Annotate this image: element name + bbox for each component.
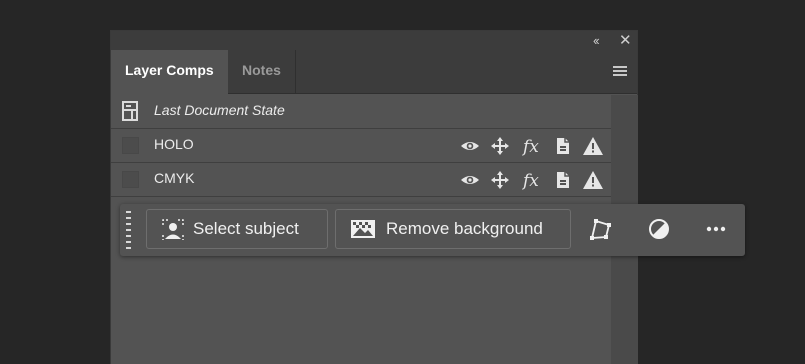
contextual-task-bar: Select subject Remove background — [120, 204, 745, 256]
transform-icon[interactable] — [588, 216, 614, 242]
layer-style-fx-icon[interactable]: fx — [522, 169, 544, 191]
list-item-last-document-state[interactable]: Last Document State — [111, 95, 611, 129]
collapse-panel-icon[interactable]: ‹‹ — [593, 32, 600, 49]
panel-tab-bar: Layer Comps Notes — [111, 50, 637, 95]
layer-comps-list: Last Document State HOLO fx CMYK fx — [111, 95, 611, 197]
remove-background-button[interactable]: Remove background — [335, 209, 571, 249]
close-panel-icon[interactable]: ✕ — [619, 32, 632, 49]
apply-comp-checkbox[interactable] — [122, 171, 139, 188]
document-state-icon — [122, 101, 138, 121]
warning-icon[interactable] — [582, 169, 604, 191]
list-item-holo[interactable]: HOLO fx — [111, 129, 611, 163]
layer-comp-label: HOLO — [154, 136, 194, 152]
apply-comp-checkbox[interactable] — [122, 137, 139, 154]
remove-background-label: Remove background — [386, 219, 543, 238]
more-options-icon[interactable] — [703, 216, 729, 242]
panel-menu-icon[interactable] — [613, 66, 629, 78]
position-move-icon[interactable] — [489, 169, 511, 191]
appearance-document-icon[interactable] — [552, 169, 574, 191]
panel-title-bar: ‹‹ ✕ — [111, 31, 637, 50]
tab-notes[interactable]: Notes — [228, 50, 296, 94]
grip-icon[interactable] — [126, 211, 132, 249]
tab-layer-comps[interactable]: Layer Comps — [111, 50, 228, 95]
position-move-icon[interactable] — [489, 135, 511, 157]
layer-style-fx-icon[interactable]: fx — [522, 135, 544, 157]
visibility-eye-icon[interactable] — [459, 169, 481, 191]
remove-background-icon — [351, 220, 375, 238]
layer-comps-panel: ‹‹ ✕ Layer Comps Notes Last Document Sta… — [110, 30, 638, 364]
select-subject-button[interactable]: Select subject — [146, 209, 328, 249]
visibility-eye-icon[interactable] — [459, 135, 481, 157]
select-subject-label: Select subject — [193, 219, 299, 238]
list-item-cmyk[interactable]: CMYK fx — [111, 163, 611, 197]
svg-text:fx: fx — [522, 171, 539, 191]
select-subject-icon — [162, 219, 184, 240]
appearance-document-icon[interactable] — [552, 135, 574, 157]
warning-icon[interactable] — [582, 135, 604, 157]
adjustment-icon[interactable] — [646, 216, 672, 242]
layer-comp-label: Last Document State — [154, 102, 285, 118]
layer-comp-label: CMYK — [154, 170, 195, 186]
svg-text:fx: fx — [522, 137, 539, 157]
